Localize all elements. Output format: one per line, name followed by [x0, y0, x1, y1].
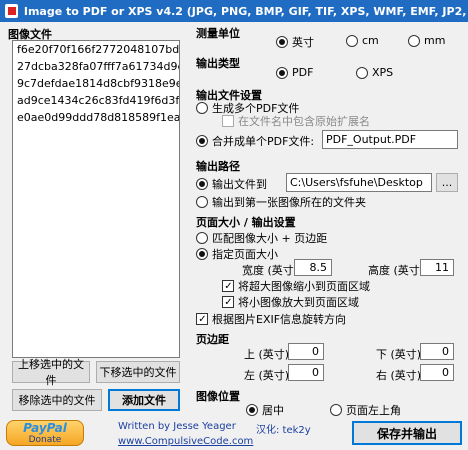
author-credit: Written by Jesse Yeager: [118, 421, 236, 432]
list-item[interactable]: 9c7defdae1814d8cbf9318e9ea6e1dc...: [13, 75, 179, 92]
checkbox-checked-icon: [196, 313, 208, 325]
height-label: 高度 (英寸):: [368, 264, 428, 277]
enlarge-small-images-checkbox[interactable]: 将小图像放大到页面区域: [222, 294, 359, 310]
radio-icon: [196, 102, 208, 114]
list-item[interactable]: 27dcba328fa07fff7a61734d9ef5bf54.j...: [13, 58, 179, 75]
output-type-title: 输出类型: [196, 57, 240, 70]
radio-selected-icon: [196, 135, 208, 147]
list-item[interactable]: f6e20f70f166f2772048107bd5445587...: [13, 41, 179, 58]
output-path-title: 输出路径: [196, 160, 240, 173]
app-icon: [5, 4, 18, 18]
page-size-title: 页面大小 / 输出设置: [196, 216, 296, 229]
checkbox-icon: [222, 115, 234, 127]
radio-icon: [346, 34, 358, 47]
website-link[interactable]: www.CompulsiveCode.com: [118, 436, 253, 447]
margin-left-label: 左 (英寸):: [244, 369, 293, 382]
include-extension-checkbox[interactable]: 在文件名中包含原始扩展名: [222, 113, 370, 129]
radio-icon: [408, 34, 420, 47]
title-bar: Image to PDF or XPS v4.2 (JPG, PNG, BMP,…: [0, 0, 468, 22]
width-label: 宽度 (英寸):: [242, 264, 302, 277]
donate-label: Donate: [28, 435, 62, 445]
radio-selected-icon: [196, 178, 208, 190]
pdf-filename-input[interactable]: PDF_Output.PDF: [322, 130, 458, 149]
image-file-list[interactable]: f6e20f70f166f2772048107bd5445587... 27dc…: [12, 40, 180, 358]
checkbox-checked-icon: [222, 296, 234, 308]
image-position-title: 图像位置: [196, 390, 240, 403]
paypal-logo: PayPal: [23, 421, 67, 435]
unit-inch-radio[interactable]: 英寸: [276, 34, 314, 50]
localization-credit: 汉化: tek2y: [256, 425, 311, 436]
margin-right-input[interactable]: 0: [420, 364, 454, 381]
browse-folder-button[interactable]: ...: [436, 173, 458, 192]
specify-page-size-radio[interactable]: 指定页面大小: [196, 246, 278, 262]
margins-title: 页边距: [196, 333, 229, 346]
move-up-button[interactable]: 上移选中的文件: [12, 358, 90, 387]
unit-cm-radio[interactable]: cm: [346, 34, 379, 47]
radio-icon: [196, 196, 208, 208]
margin-left-input[interactable]: 0: [288, 364, 324, 381]
radio-selected-icon: [246, 404, 258, 416]
output-to-folder-radio[interactable]: 输出文件到: [196, 176, 267, 192]
radio-selected-icon: [276, 66, 288, 79]
position-top-left-radio[interactable]: 页面左上角: [330, 402, 401, 418]
radio-icon: [330, 404, 342, 416]
remove-selected-button[interactable]: 移除选中的文件: [12, 389, 102, 411]
radio-selected-icon: [196, 248, 208, 260]
shrink-large-images-checkbox[interactable]: 将超大图像缩小到页面区域: [222, 278, 370, 294]
type-pdf-radio[interactable]: PDF: [276, 66, 313, 79]
radio-icon: [356, 66, 368, 79]
margin-top-label: 上 (英寸):: [244, 348, 293, 361]
output-folder-input[interactable]: C:\Users\fsfuhe\Desktop: [286, 173, 432, 192]
page-width-input[interactable]: 8.5: [294, 259, 332, 276]
position-center-radio[interactable]: 居中: [246, 402, 284, 418]
output-to-first-image-folder-radio[interactable]: 输出到第一张图像所在的文件夹: [196, 194, 366, 210]
radio-icon: [196, 232, 208, 244]
unit-mm-radio[interactable]: mm: [408, 34, 445, 47]
exif-rotate-checkbox[interactable]: 根据图片EXIF信息旋转方向: [196, 311, 346, 327]
add-files-button[interactable]: 添加文件: [108, 389, 180, 411]
list-item[interactable]: e0ae0d99ddd78d818589f1eabc43b6...: [13, 109, 179, 126]
margin-bottom-label: 下 (英寸):: [376, 348, 425, 361]
radio-selected-icon: [276, 36, 288, 48]
units-title: 测量单位: [196, 27, 240, 40]
checkbox-checked-icon: [222, 280, 234, 292]
page-height-input[interactable]: 11: [420, 259, 454, 276]
save-and-output-button[interactable]: 保存并输出: [352, 421, 462, 445]
list-item[interactable]: ad9ce1434c26c83fd419f6d3fe3057c...: [13, 92, 179, 109]
margin-right-label: 右 (英寸):: [376, 369, 425, 382]
move-down-button[interactable]: 下移选中的文件: [96, 361, 180, 383]
window-title: Image to PDF or XPS v4.2 (JPG, PNG, BMP,…: [23, 4, 468, 18]
merge-single-pdf-radio[interactable]: 合并成单个PDF文件:: [196, 133, 314, 149]
match-image-size-radio[interactable]: 匹配图像大小 + 页边距: [196, 230, 327, 246]
type-xps-radio[interactable]: XPS: [356, 66, 393, 79]
paypal-donate-button[interactable]: PayPal Donate: [6, 420, 84, 446]
margin-bottom-input[interactable]: 0: [420, 343, 454, 360]
margin-top-input[interactable]: 0: [288, 343, 324, 360]
